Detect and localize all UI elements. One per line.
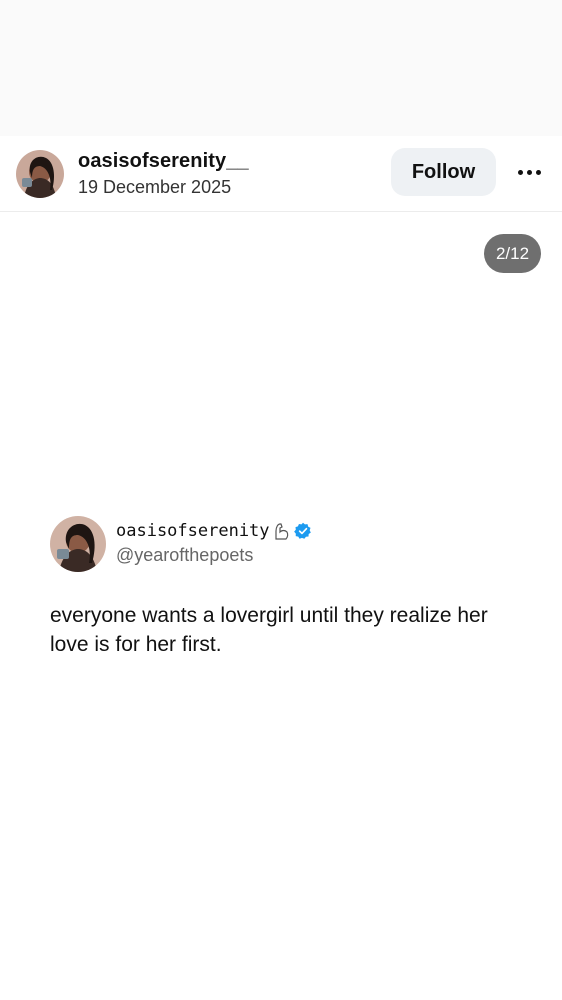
tweet-text: everyone wants a lovergirl until they re… — [50, 604, 488, 656]
more-dot — [535, 169, 541, 175]
tweet-display-name: oasisofserenity — [116, 521, 270, 541]
verified-badge-icon — [293, 522, 311, 539]
more-dot — [517, 169, 523, 175]
tweet-avatar — [50, 516, 106, 572]
flexed-arm-icon — [274, 523, 288, 540]
follow-button[interactable]: Follow — [391, 148, 496, 196]
tweet-handle: @yearofthepoets — [116, 545, 254, 565]
tweet-avatar-image — [50, 516, 106, 572]
tweet-name-row: oasisofserenity — [116, 521, 312, 541]
author-avatar[interactable] — [16, 150, 64, 198]
post-header: oasisofserenity__ 19 December 2025 Follo… — [0, 136, 562, 212]
more-dot — [526, 169, 532, 175]
more-options-icon[interactable] — [512, 158, 546, 186]
image-counter-badge: 2/12 — [484, 234, 541, 273]
post-date: 19 December 2025 — [78, 177, 232, 197]
avatar-image — [16, 150, 64, 198]
author-username[interactable]: oasisofserenity__ — [78, 150, 249, 173]
top-blank-area — [0, 0, 562, 136]
